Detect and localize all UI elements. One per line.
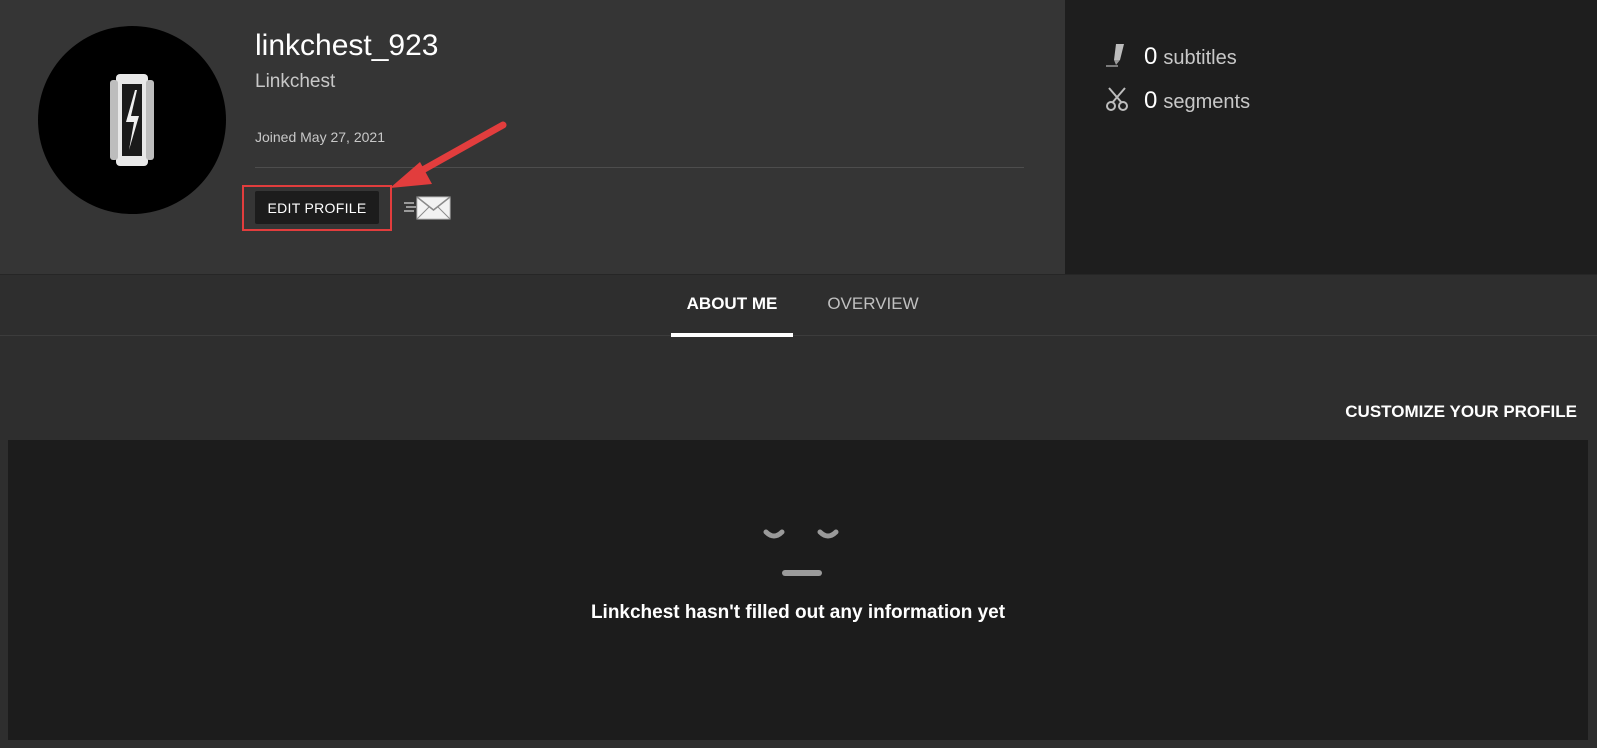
username: linkchest_923 <box>255 29 439 62</box>
tab-overview[interactable]: OVERVIEW <box>820 275 926 337</box>
profile-info-area: linkchest_923 Linkchest Joined May 27, 2… <box>0 0 1065 274</box>
pen-icon <box>1106 44 1124 67</box>
profile-header: linkchest_923 Linkchest Joined May 27, 2… <box>0 0 1597 274</box>
profile-tabs: ABOUT ME OVERVIEW <box>0 274 1597 337</box>
display-name: Linkchest <box>255 71 336 92</box>
segments-count: 0 <box>1144 87 1158 114</box>
subtitles-count: 0 <box>1144 43 1158 70</box>
stat-segments: 0 segments <box>1104 82 1250 115</box>
edit-profile-button[interactable]: EDIT PROFILE <box>255 191 379 224</box>
about-me-panel: Linkchest hasn't filled out any informat… <box>8 440 1588 740</box>
subtitles-label: subtitles <box>1163 47 1237 69</box>
divider <box>255 167 1024 168</box>
send-message-icon[interactable] <box>404 193 452 221</box>
empty-face-icon <box>763 529 839 576</box>
tab-about-me[interactable]: ABOUT ME <box>671 275 793 337</box>
customize-profile-link[interactable]: CUSTOMIZE YOUR PROFILE <box>1345 402 1577 422</box>
joined-date: Joined May 27, 2021 <box>255 129 385 145</box>
empty-message: Linkchest hasn't filled out any informat… <box>590 602 1006 623</box>
segments-label: segments <box>1163 91 1251 113</box>
scissors-icon <box>1106 87 1128 111</box>
lightning-logo-icon <box>110 74 154 166</box>
avatar <box>38 26 226 214</box>
stat-subtitles: 0 subtitles <box>1104 38 1237 71</box>
